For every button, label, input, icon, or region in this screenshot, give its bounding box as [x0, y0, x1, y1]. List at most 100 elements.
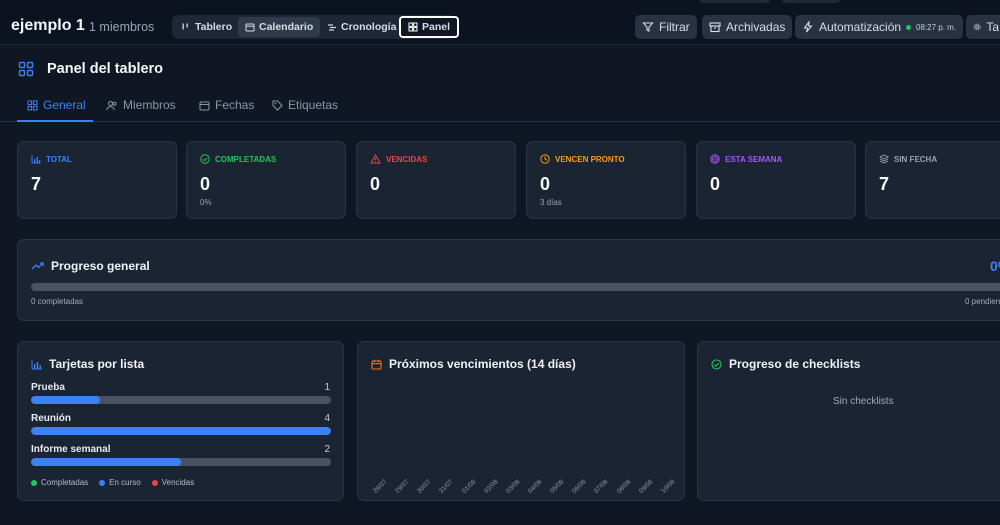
tab-etiquetas[interactable]: Etiquetas: [272, 98, 338, 112]
tab-panel[interactable]: Panel: [399, 16, 460, 38]
calendar-icon: [371, 359, 382, 370]
stat-value: 0: [370, 174, 381, 194]
date-tick-label: 01/08: [460, 478, 478, 495]
top-stub: [782, 0, 840, 3]
tab-etiquetas-label: Etiquetas: [288, 98, 339, 112]
tag-icon: [272, 100, 283, 111]
tab-tablero[interactable]: Tablero: [174, 17, 239, 37]
progress-title: Progreso general: [31, 259, 150, 273]
legend-item: Vencidas: [151, 478, 194, 487]
lightning-icon: [803, 21, 813, 33]
view-switcher: Tablero Calendario Cronología Panel: [172, 15, 460, 39]
archived-label: Archivadas: [726, 20, 786, 34]
automation-button[interactable]: Automatización 08:27 p. m.: [795, 15, 964, 39]
date-tick-label: 06/08: [571, 478, 588, 495]
stat-label: VENCIDAS: [370, 154, 427, 164]
progress-pending: 0 pendien: [965, 297, 1000, 306]
stat-label: COMPLETADAS: [200, 154, 276, 164]
stat-card-vencidas: VENCIDAS 0: [356, 141, 516, 219]
dashboard-icon: [408, 22, 418, 32]
panel-tabs: General Miembros Fechas Etiquetas: [0, 91, 1000, 122]
tab-general-label: General: [43, 98, 86, 112]
list-item-name: Informe semanal: [31, 444, 111, 455]
dashboard-icon: [18, 61, 34, 77]
date-tick-label: 03/08: [504, 478, 522, 495]
filter-icon: [642, 22, 654, 32]
stat-label: ESTA SEMANA: [710, 154, 782, 164]
lists-card: Tarjetas por lista Prueba 1 Reunión 4 In…: [17, 341, 344, 501]
tab-cronologia[interactable]: Cronología: [320, 17, 403, 37]
checklists-card-title: Progreso de checklists: [711, 357, 860, 371]
calendar-icon: [245, 23, 255, 32]
users-icon: [106, 100, 117, 110]
upcoming-card: Próximos vencimientos (14 días) 28/07 29/…: [357, 341, 685, 501]
tab-miembros-label: Miembros: [123, 98, 176, 112]
lists-card-title: Tarjetas por lista: [31, 357, 144, 371]
stat-card-esta-semana: ESTA SEMANA 0: [696, 141, 856, 219]
bar-chart-icon: [31, 359, 42, 369]
target-icon: [710, 154, 720, 164]
list-item-name: Prueba: [31, 382, 65, 393]
top-bar: ejemplo 1 1 miembros Tablero Calendario …: [0, 0, 1000, 45]
stat-label: SIN FECHA: [879, 154, 937, 164]
stat-value: 7: [31, 174, 42, 194]
stat-value: 7: [879, 174, 890, 194]
stat-value: 0: [710, 174, 721, 194]
tab-miembros[interactable]: Miembros: [106, 98, 176, 112]
date-tick-label: 05/08: [549, 478, 566, 495]
settings-button[interactable]: Ta: [966, 15, 1000, 39]
members-count[interactable]: 1 miembros: [89, 20, 154, 34]
list-item-bar: [31, 396, 331, 404]
list-item-name: Reunión: [31, 413, 71, 424]
date-tick-label: 09/08: [637, 478, 655, 495]
date-tick-label: 30/07: [416, 478, 433, 495]
stat-card-sin-fecha: SIN FECHA 7: [865, 141, 1000, 219]
overall-progress-card: Progreso general 0% 0 completadas 0 pend…: [17, 239, 1000, 321]
tab-general[interactable]: General: [27, 98, 86, 112]
stat-card-vencen-pronto: VENCEN PRONTO 0 3 días: [526, 141, 686, 219]
board-columns-icon: [182, 23, 188, 30]
stat-sub: 3 días: [540, 198, 562, 207]
progress-track: [31, 283, 1000, 291]
filter-button[interactable]: Filtrar: [635, 15, 697, 39]
trending-up-icon: [31, 262, 44, 270]
list-item-bar: [31, 458, 331, 466]
top-stub: [700, 0, 770, 3]
list-item-count: 2: [324, 444, 330, 455]
automation-status-dot: [906, 24, 912, 30]
automation-time: 08:27 p. m.: [916, 22, 957, 32]
tab-panel-label: Panel: [422, 21, 451, 33]
check-circle-icon: [711, 358, 722, 370]
date-tick-label: 28/07: [372, 478, 389, 495]
upcoming-date-axis: 28/07 29/07 30/07 31/07 01/08 02/08 03/08 04/08…: [370, 478, 680, 498]
stat-card-completadas: COMPLETADAS 0 0%: [186, 141, 346, 219]
check-circle-icon: [200, 154, 210, 164]
tab-fechas[interactable]: Fechas: [199, 98, 254, 112]
stat-label: TOTAL: [31, 154, 72, 164]
date-tick-label: 29/07: [394, 478, 411, 495]
board-title[interactable]: ejemplo 1: [11, 17, 85, 35]
progress-percent: 0%: [990, 258, 1000, 274]
stat-value: 0: [200, 174, 211, 194]
list-item-fill: [31, 427, 331, 435]
panel-header: Panel del tablero: [18, 61, 163, 77]
progress-completed: 0 completadas: [31, 297, 84, 306]
warning-icon: [370, 154, 381, 164]
archived-button[interactable]: Archivadas: [702, 15, 793, 39]
upcoming-card-title: Próximos vencimientos (14 días): [371, 357, 576, 371]
settings-label: Ta: [986, 20, 999, 34]
list-item-fill: [31, 396, 100, 404]
list-item-fill: [31, 458, 181, 466]
date-tick-label: 04/08: [527, 478, 544, 495]
checklists-card: Progreso de checklists Sin checklists: [697, 341, 1000, 501]
date-tick-label: 02/08: [482, 478, 500, 495]
page-title: Panel del tablero: [47, 61, 164, 77]
list-item-bar: [31, 427, 331, 435]
tab-calendario[interactable]: Calendario: [238, 17, 321, 37]
stat-label: VENCEN PRONTO: [540, 154, 625, 164]
timeline-icon: [328, 24, 336, 31]
active-tab-indicator: [17, 120, 93, 122]
bar-chart-icon: [31, 155, 41, 164]
list-item-count: 4: [324, 413, 330, 424]
clock-icon: [540, 154, 550, 164]
